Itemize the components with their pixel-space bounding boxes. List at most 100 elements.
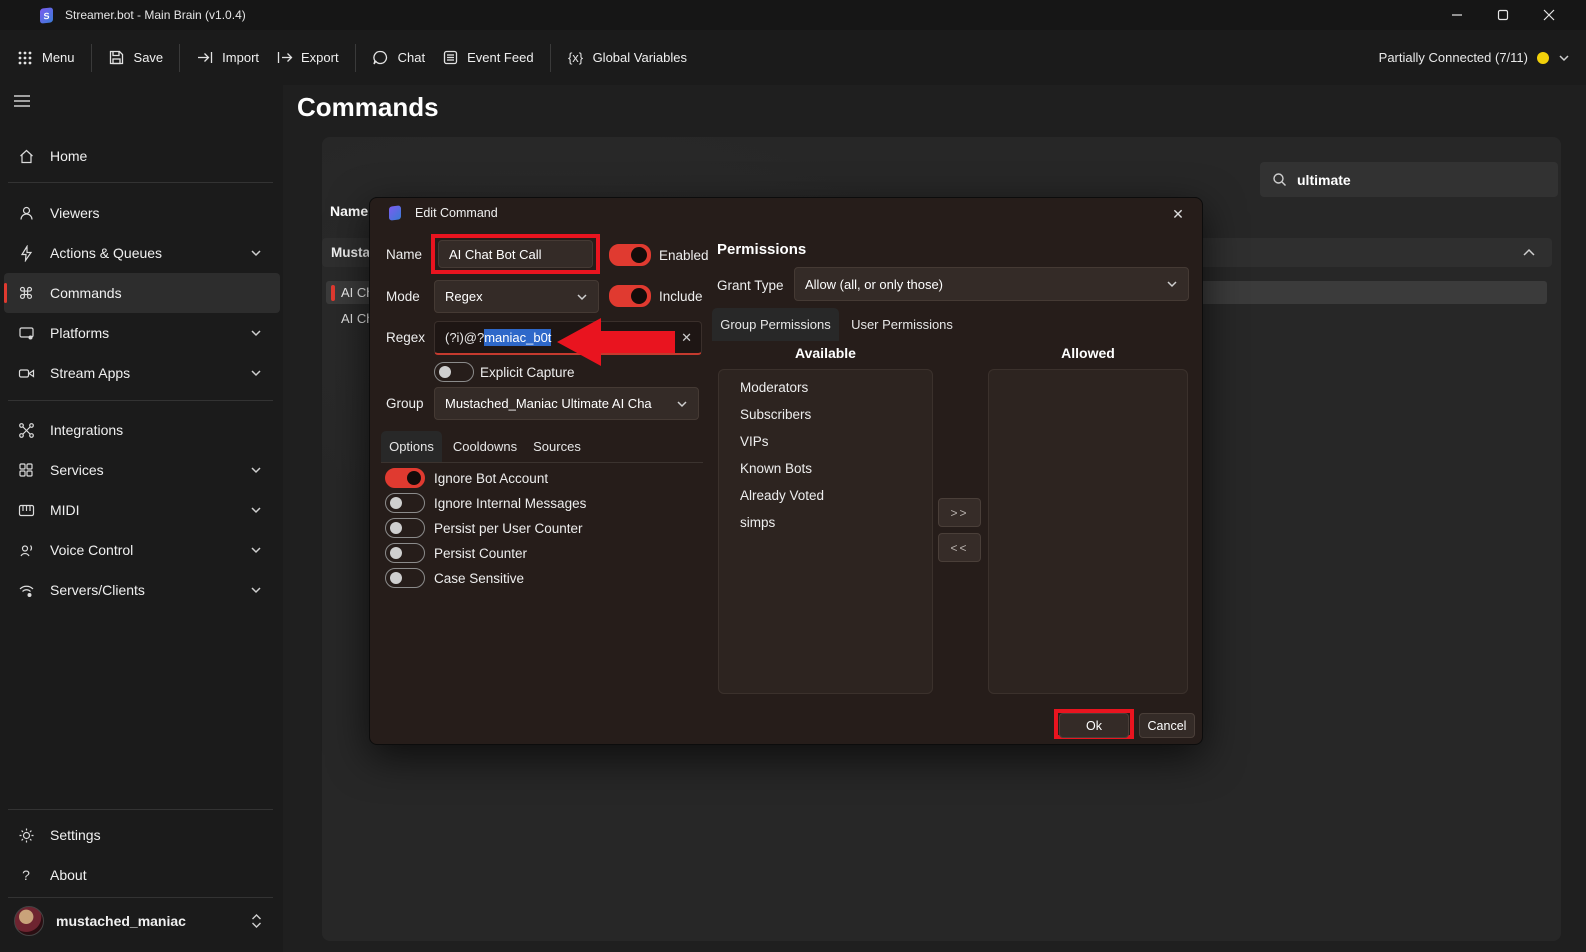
toolbar-divider [354, 43, 356, 72]
sidebar-item-commands[interactable]: ⌘ Commands [4, 273, 280, 313]
move-left-button[interactable]: << [938, 533, 981, 562]
sidebar-item-actions-queues[interactable]: Actions & Queues [4, 233, 280, 273]
maximize-button[interactable] [1480, 0, 1526, 30]
list-item[interactable]: Known Bots [740, 461, 932, 478]
connection-status[interactable]: Partially Connected (7/11) [1379, 30, 1570, 85]
mode-value: Regex [445, 289, 483, 304]
sidebar-item-voice-control[interactable]: Voice Control [4, 530, 280, 570]
global-variables-button[interactable]: {x} Global Variables [559, 43, 695, 73]
import-button[interactable]: Import [188, 43, 267, 73]
row-accent-bar [331, 284, 335, 301]
chevron-down-icon [677, 400, 687, 407]
minimize-button[interactable] [1434, 0, 1480, 30]
sidebar-item-services[interactable]: Services [4, 450, 280, 490]
menu-button[interactable]: Menu [8, 43, 83, 73]
move-right-button[interactable]: >> [938, 498, 981, 527]
selected-indicator [4, 283, 7, 303]
save-button[interactable]: Save [100, 43, 172, 73]
ignore-bot-account-label: Ignore Bot Account [434, 471, 549, 486]
list-item[interactable]: Moderators [740, 380, 932, 397]
sidebar-item-integrations[interactable]: Integrations [4, 410, 280, 450]
available-listbox[interactable]: Moderators Subscribers VIPs Known Bots A… [718, 369, 933, 694]
command-name-input[interactable]: AI Chat Bot Call [438, 240, 593, 268]
chat-button[interactable]: Chat [364, 43, 433, 73]
grant-type-value: Allow (all, or only those) [805, 276, 943, 292]
tab-cooldowns[interactable]: Cooldowns [449, 431, 521, 462]
sidebar-item-label: Settings [50, 827, 101, 843]
ok-button[interactable]: Ok [1059, 713, 1129, 738]
dialog-close-icon[interactable]: ✕ [1168, 204, 1188, 224]
tab-divider [381, 462, 703, 463]
sidebar-item-home[interactable]: Home [4, 136, 280, 176]
persist-counter-toggle[interactable] [385, 543, 425, 563]
sidebar-item-label: Home [50, 148, 88, 164]
search-icon [1273, 173, 1286, 186]
grant-type-label: Grant Type [717, 278, 784, 293]
tab-label: User Permissions [851, 317, 953, 332]
include-toggle[interactable] [609, 285, 651, 307]
tab-sources[interactable]: Sources [528, 431, 586, 462]
sidebar-item-stream-apps[interactable]: Stream Apps [4, 353, 280, 393]
list-item[interactable]: Subscribers [740, 407, 932, 424]
sidebar-item-label: About [50, 867, 87, 883]
list-item[interactable]: Already Voted [740, 488, 932, 505]
persist-per-user-counter-toggle[interactable] [385, 518, 425, 538]
case-sensitive-toggle[interactable] [385, 568, 425, 588]
midi-piano-icon [16, 503, 36, 518]
enabled-toggle[interactable] [609, 244, 651, 266]
sidebar-item-settings[interactable]: Settings [4, 815, 280, 855]
regex-label: Regex [386, 330, 426, 345]
cancel-button[interactable]: Cancel [1139, 713, 1195, 738]
sidebar-divider [8, 400, 273, 401]
window-title: Streamer.bot - Main Brain (v1.0.4) [65, 8, 246, 22]
sidebar-item-about[interactable]: ? About [4, 855, 280, 895]
toolbar-divider [549, 43, 551, 72]
sidebar-divider [8, 809, 273, 810]
explicit-capture-toggle[interactable] [434, 362, 474, 382]
sidebar-item-label: Actions & Queues [50, 245, 163, 261]
mode-label: Mode [386, 289, 420, 304]
chevron-down-icon [251, 507, 261, 514]
sidebar-item-viewers[interactable]: Viewers [4, 193, 280, 233]
ignore-bot-account-toggle[interactable] [385, 468, 425, 488]
sidebar-item-midi[interactable]: MIDI [4, 490, 280, 530]
mode-select[interactable]: Regex [434, 280, 599, 313]
allowed-header: Allowed [1061, 345, 1115, 361]
chevron-down-icon [1559, 54, 1569, 61]
grant-type-select[interactable]: Allow (all, or only those) [794, 267, 1189, 301]
tab-label: Cooldowns [452, 439, 518, 454]
group-row-label: Musta [331, 245, 371, 260]
group-select[interactable]: Mustached_Maniac Ultimate AI Cha [434, 387, 699, 420]
sidebar-item-platforms[interactable]: Platforms [4, 313, 280, 353]
tab-options[interactable]: Options [381, 431, 442, 462]
search-input[interactable] [1297, 171, 1527, 188]
services-grid-icon [16, 462, 36, 478]
account-switcher[interactable]: mustached_maniac [4, 901, 280, 941]
list-item[interactable]: simps [740, 515, 932, 532]
hamburger-menu-icon[interactable] [12, 92, 32, 115]
account-name: mustached_maniac [56, 913, 186, 929]
regex-text: (?i)@? [445, 330, 485, 345]
event-feed-button[interactable]: Event Feed [433, 43, 542, 73]
streamerbot-logo-icon: S [40, 6, 53, 24]
search-box[interactable] [1260, 162, 1558, 197]
name-label: Name [386, 247, 423, 262]
case-sensitive-label: Case Sensitive [434, 571, 525, 586]
persist-per-user-counter-label: Persist per User Counter [434, 521, 583, 536]
up-down-chevron-icon [252, 914, 261, 928]
close-button[interactable] [1526, 0, 1572, 30]
ignore-internal-messages-toggle[interactable] [385, 493, 425, 513]
chevron-up-icon[interactable] [1522, 247, 1536, 259]
tab-group-permissions[interactable]: Group Permissions [712, 308, 839, 341]
clear-icon[interactable]: ✕ [681, 330, 692, 346]
integrations-icon [16, 422, 36, 439]
tab-user-permissions[interactable]: User Permissions [847, 308, 957, 341]
allowed-listbox[interactable] [988, 369, 1188, 694]
toolbar-divider [90, 43, 92, 72]
camera-icon [16, 365, 36, 382]
sidebar-item-label: Voice Control [50, 542, 134, 558]
export-button[interactable]: Export [267, 43, 347, 73]
list-item[interactable]: VIPs [740, 434, 932, 451]
chevron-down-icon [577, 293, 587, 300]
sidebar-item-servers-clients[interactable]: Servers/Clients [4, 570, 280, 610]
